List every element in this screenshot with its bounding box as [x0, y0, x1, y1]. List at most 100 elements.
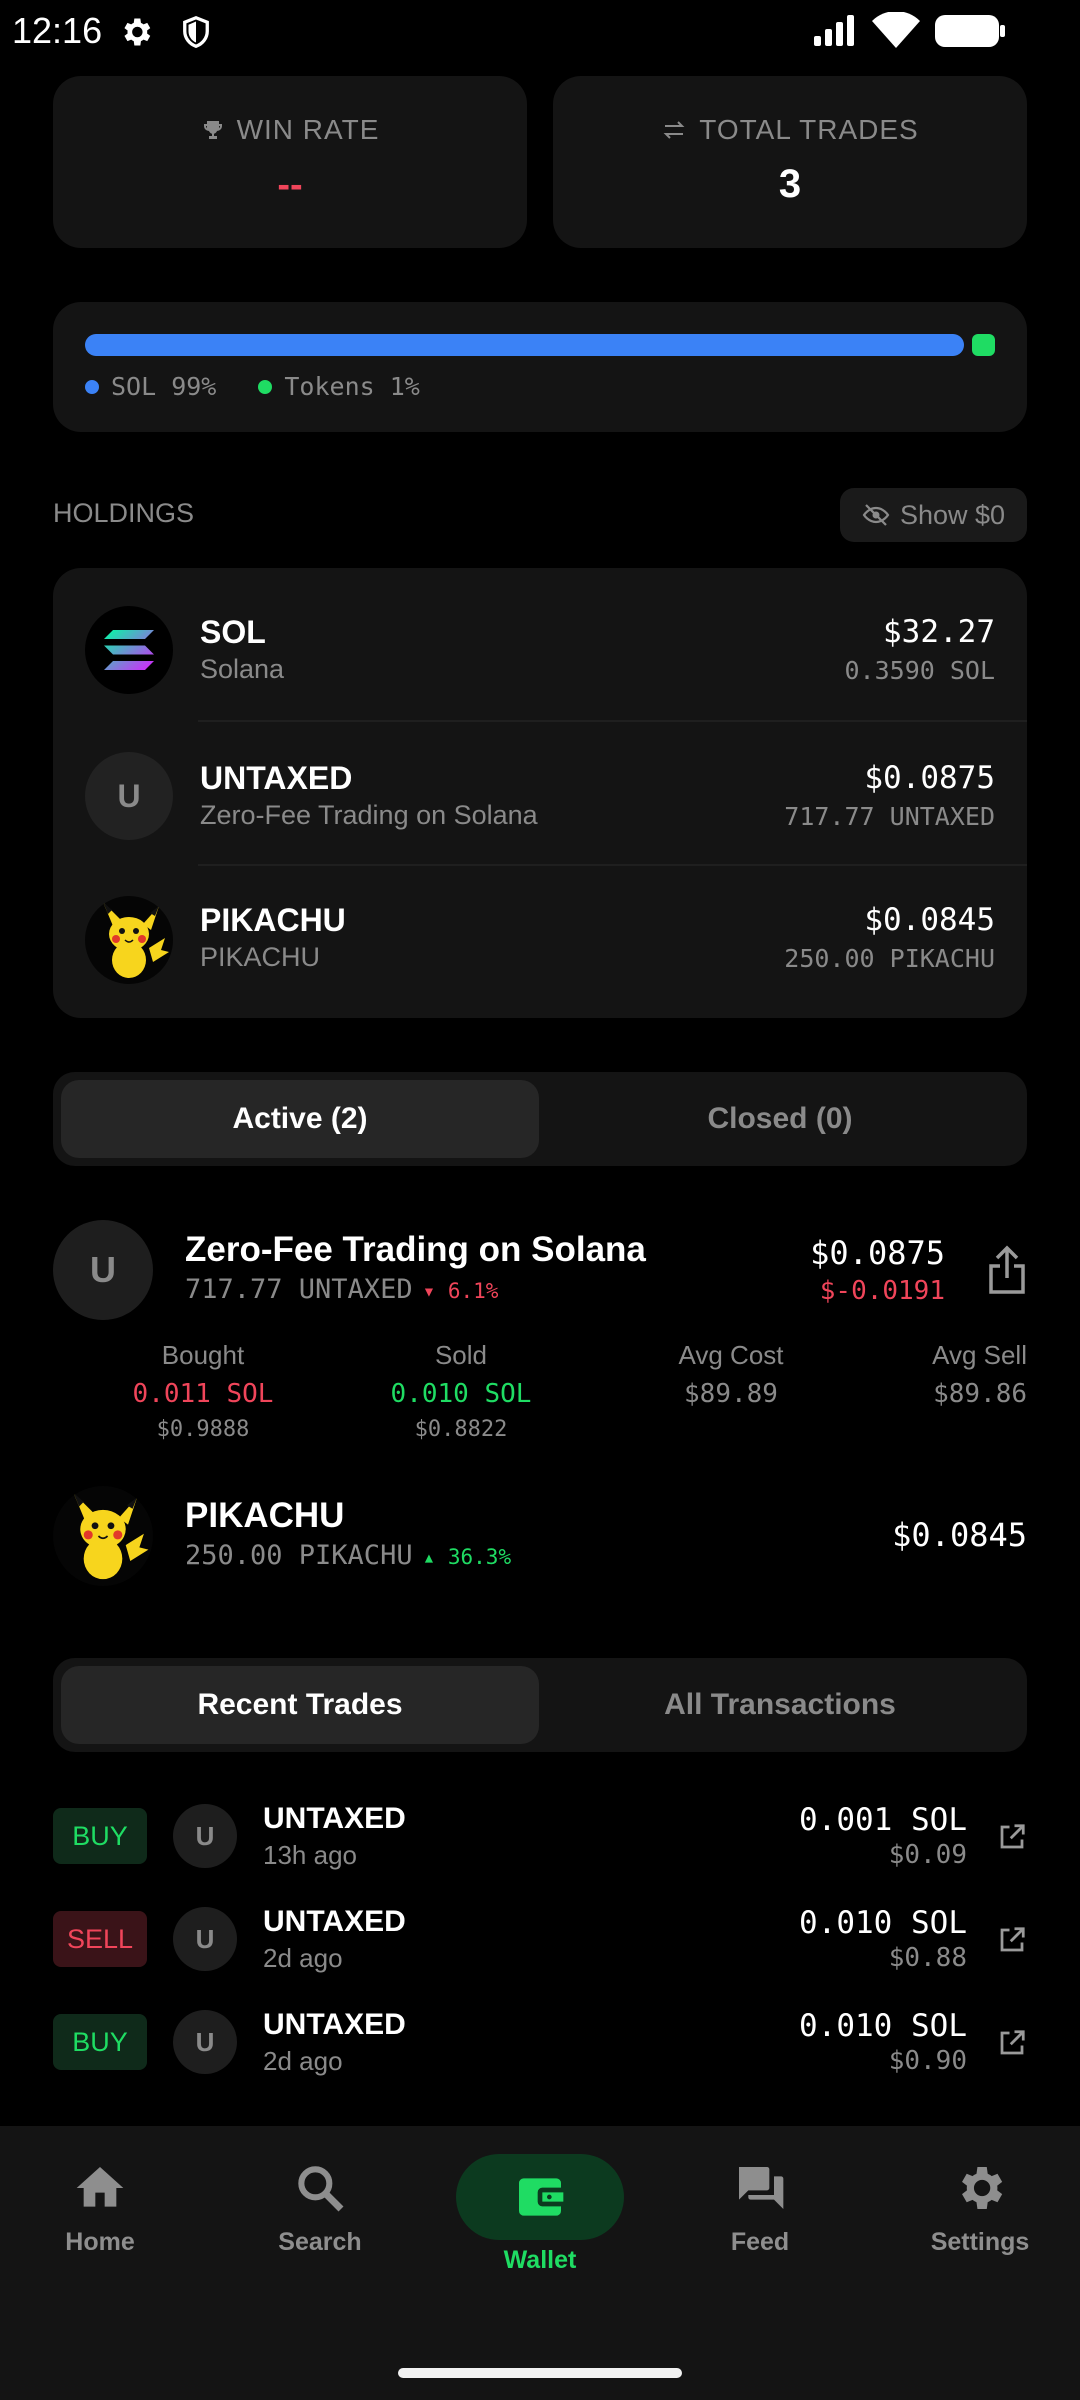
allocation-bar-sol [85, 334, 964, 356]
holding-name: Zero-Fee Trading on Solana [200, 800, 538, 830]
nav-wallet[interactable]: Wallet [440, 2154, 640, 2275]
win-rate-value: -- [277, 164, 303, 206]
nav-settings-label: Settings [930, 2228, 1030, 2256]
home-indicator [398, 2368, 682, 2378]
token-letter-icon: U [173, 1907, 237, 1971]
trade-usd: $0.09 [888, 1840, 967, 1870]
holding-row[interactable]: PIKACHU PIKACHU $0.0845 250.00 PIKACHU [53, 866, 1027, 1016]
show-zero-button[interactable]: Show $0 [840, 488, 1027, 542]
nav-search[interactable]: Search [220, 2160, 420, 2257]
holding-row[interactable]: U UNTAXED Zero-Fee Trading on Solana $0.… [53, 722, 1027, 864]
shield-icon [178, 14, 214, 50]
allocation-card: SOL 99% Tokens 1% [53, 302, 1027, 432]
trade-side-badge: BUY [53, 2014, 147, 2070]
tab-all-transactions[interactable]: All Transactions [541, 1666, 1019, 1744]
position-value: $0.0845 [892, 1516, 1027, 1554]
trade-side-badge: BUY [53, 1808, 147, 1864]
holding-row[interactable]: SOL Solana $32.27 0.3590 SOL [53, 568, 1027, 712]
trade-row[interactable]: BUY U UNTAXED 13h ago 0.001 SOL $0.09 [53, 1800, 1027, 1872]
tokens-legend-label: Tokens 1% [284, 372, 420, 401]
position-name: Zero-Fee Trading on Solana [185, 1230, 646, 1269]
external-link-icon[interactable] [997, 1925, 1027, 1955]
holding-symbol: PIKACHU [200, 902, 346, 938]
nav-feed-label: Feed [730, 2228, 790, 2256]
nav-settings[interactable]: Settings [880, 2160, 1080, 2257]
token-letter-icon: U [173, 2010, 237, 2074]
battery-icon [934, 14, 1006, 48]
signal-icon [812, 14, 860, 48]
sol-legend-dot [85, 379, 99, 394]
total-trades-card: TOTAL TRADES 3 [553, 76, 1027, 248]
position-change-value: 6.1% [447, 1279, 499, 1303]
token-letter-icon: U [85, 752, 173, 840]
trade-sol: 0.001 SOL [799, 1802, 967, 1838]
external-link-icon[interactable] [997, 2028, 1027, 2058]
holding-value: $0.0875 [864, 760, 995, 796]
trade-sol: 0.010 SOL [799, 2008, 967, 2044]
token-letter-icon: U [173, 1804, 237, 1868]
home-icon [0, 2160, 200, 2216]
wifi-icon [872, 12, 920, 48]
trade-usd: $0.90 [888, 2046, 967, 2076]
chat-bubbles-icon [660, 2160, 860, 2216]
stat-sold-usd: $0.8822 [414, 1417, 508, 1442]
stat-label: Avg Sell [932, 1340, 1027, 1370]
stat-bought-sol: 0.011 SOL [132, 1379, 274, 1409]
nav-home[interactable]: Home [0, 2160, 200, 2257]
gear-icon [880, 2160, 1080, 2216]
position-amount: 717.77 UNTAXED [185, 1274, 413, 1305]
position-card[interactable]: U Zero-Fee Trading on Solana 717.77 UNTA… [53, 1210, 1027, 1450]
trade-usd: $0.88 [888, 1943, 967, 1973]
position-card[interactable]: PIKACHU 250.00 PIKACHU ▴ 36.3% $0.0845 [53, 1480, 1027, 1600]
win-rate-card: WIN RATE -- [53, 76, 527, 248]
nav-feed[interactable]: Feed [660, 2160, 860, 2257]
holding-name: Solana [200, 654, 285, 684]
holding-value: $0.0845 [864, 902, 995, 938]
pikachu-avatar-icon [53, 1486, 153, 1586]
status-bar: 12:16 [0, 0, 1080, 62]
nav-wallet-label: Wallet [503, 2246, 577, 2274]
trade-time: 2d ago [263, 1943, 343, 1973]
sol-legend-label: SOL 99% [111, 372, 217, 401]
trade-token: UNTAXED [263, 2008, 406, 2041]
holding-amount: 0.3590 SOL [844, 656, 995, 685]
trade-time: 13h ago [263, 1840, 357, 1870]
eye-off-icon [862, 503, 890, 527]
solana-logo-icon [85, 606, 173, 694]
show-zero-label: Show $0 [899, 499, 1006, 530]
allocation-bar [85, 334, 995, 356]
tab-recent-trades[interactable]: Recent Trades [61, 1666, 539, 1744]
holding-amount: 717.77 UNTAXED [784, 802, 995, 831]
pikachu-avatar-icon [85, 896, 173, 984]
position-change: ▾ 6.1% [422, 1279, 499, 1303]
tab-active-positions[interactable]: Active (2) [61, 1080, 539, 1158]
stat-label: Sold [434, 1340, 488, 1370]
holding-amount: 250.00 PIKACHU [784, 944, 995, 973]
holding-symbol: SOL [200, 614, 266, 650]
nav-search-label: Search [278, 2228, 362, 2256]
trade-token: UNTAXED [263, 1802, 406, 1835]
trade-token: UNTAXED [263, 1905, 406, 1938]
swap-arrows-icon [661, 118, 687, 142]
stat-label: Avg Cost [678, 1340, 784, 1370]
trades-tabs: Recent Trades All Transactions [53, 1658, 1027, 1752]
share-icon[interactable] [987, 1244, 1027, 1296]
position-pnl: $-0.0191 [819, 1276, 945, 1306]
holdings-list: SOL Solana $32.27 0.3590 SOL U UNTAXED Z… [53, 568, 1027, 1018]
stat-sold-sol: 0.010 SOL [390, 1379, 532, 1409]
token-letter-icon: U [53, 1220, 153, 1320]
tab-closed-positions[interactable]: Closed (0) [541, 1080, 1019, 1158]
trade-sol: 0.010 SOL [799, 1905, 967, 1941]
trade-row[interactable]: SELL U UNTAXED 2d ago 0.010 SOL $0.88 [53, 1903, 1027, 1975]
gear-icon [118, 14, 154, 50]
allocation-bar-tokens [972, 334, 995, 356]
trade-row[interactable]: BUY U UNTAXED 2d ago 0.010 SOL $0.90 [53, 2006, 1027, 2078]
holding-value: $32.27 [883, 614, 995, 650]
position-value: $0.0875 [810, 1234, 945, 1272]
external-link-icon[interactable] [997, 1822, 1027, 1852]
position-name: PIKACHU [185, 1496, 345, 1535]
stat-avg-sell: $89.86 [933, 1379, 1027, 1409]
wallet-icon [456, 2154, 624, 2240]
trade-side-badge: SELL [53, 1911, 147, 1967]
position-change: ▴ 36.3% [422, 1545, 512, 1569]
